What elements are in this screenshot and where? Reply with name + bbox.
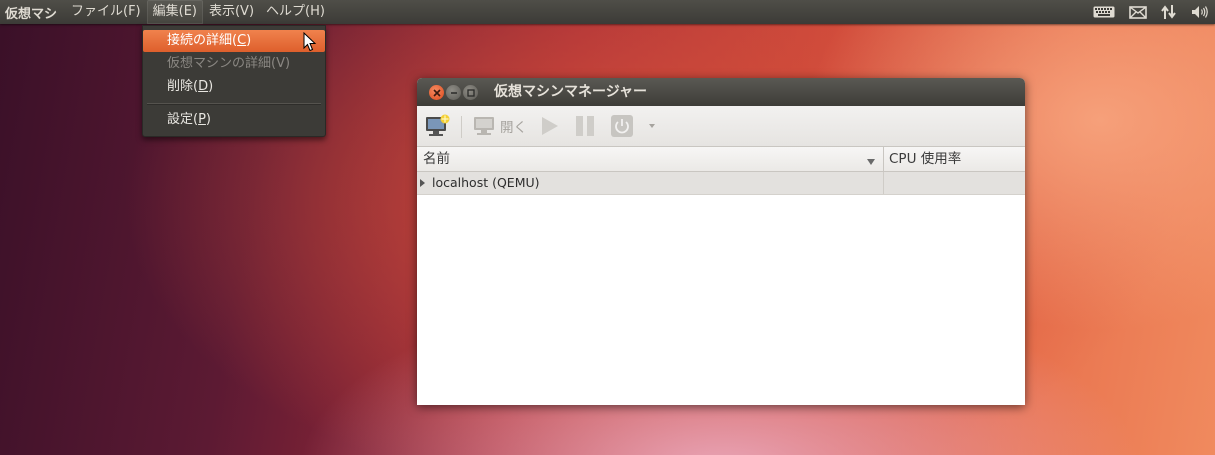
expander-arrow-icon[interactable] <box>420 179 425 187</box>
window-title: 仮想マシンマネージャー <box>494 84 648 100</box>
vm-manager-window: 仮想マシンマネージャー 開く 名前 CPU 使用率 localhost (QEM… <box>417 78 1025 405</box>
column-header-cpu[interactable]: CPU 使用率 <box>889 147 961 171</box>
mail-icon[interactable] <box>1129 5 1147 19</box>
volume-icon[interactable] <box>1191 5 1209 19</box>
edit-menu-dropdown: 接続の詳細(C) 仮想マシンの詳細(V) 削除(D) 設定(P) <box>142 25 326 137</box>
top-panel: 仮想マシ ファイル(F) 編集(E) 表示(V) ヘルプ(H) <box>0 0 1215 24</box>
menu-item-delete[interactable]: 削除(D) <box>143 76 325 98</box>
sort-arrow-icon[interactable] <box>866 155 876 170</box>
open-label: 開く <box>500 120 527 136</box>
minimize-icon <box>450 91 457 94</box>
toolbar-separator <box>461 116 462 138</box>
network-icon[interactable] <box>1161 4 1177 20</box>
minimize-window-button[interactable] <box>446 85 461 100</box>
shutdown-dropdown-button[interactable] <box>647 114 657 138</box>
monitor-icon <box>474 117 494 135</box>
indicator-area <box>1093 0 1209 24</box>
pause-button[interactable] <box>574 114 596 138</box>
new-vm-icon <box>426 114 450 136</box>
new-vm-button[interactable] <box>425 114 451 138</box>
menu-view[interactable]: 表示(V) <box>203 0 260 24</box>
menu-item-preferences[interactable]: 設定(P) <box>143 109 325 131</box>
table-row[interactable]: localhost (QEMU) <box>417 172 1025 195</box>
menu-edit[interactable]: 編集(E) <box>146 0 203 24</box>
menu-separator <box>147 103 321 105</box>
maximize-icon <box>466 88 475 97</box>
column-header-name[interactable]: 名前 <box>423 147 450 171</box>
menu-help[interactable]: ヘルプ(H) <box>260 0 331 24</box>
app-name: 仮想マシ <box>5 6 58 22</box>
connection-name: localhost (QEMU) <box>432 175 540 190</box>
play-icon <box>542 117 558 135</box>
row-column-separator <box>883 172 884 194</box>
power-icon <box>611 115 633 137</box>
list-header: 名前 CPU 使用率 <box>417 147 1025 172</box>
toolbar: 開く <box>417 106 1025 147</box>
mouse-cursor-icon <box>303 31 317 56</box>
chevron-down-icon <box>649 124 655 128</box>
column-separator[interactable] <box>883 147 884 171</box>
window-titlebar[interactable]: 仮想マシンマネージャー <box>417 78 1025 106</box>
close-icon <box>432 88 441 97</box>
pause-icon <box>576 116 594 136</box>
shutdown-button[interactable] <box>610 114 634 138</box>
menu-item-vm-details: 仮想マシンの詳細(V) <box>167 56 291 71</box>
maximize-window-button[interactable] <box>463 85 478 100</box>
open-button[interactable]: 開く <box>473 114 527 138</box>
run-button[interactable] <box>539 114 561 138</box>
menu-file[interactable]: ファイル(F) <box>65 0 147 24</box>
keyboard-icon[interactable] <box>1093 6 1115 18</box>
menu-item-connection-details[interactable]: 接続の詳細(C) <box>143 30 325 52</box>
close-window-button[interactable] <box>429 85 444 100</box>
